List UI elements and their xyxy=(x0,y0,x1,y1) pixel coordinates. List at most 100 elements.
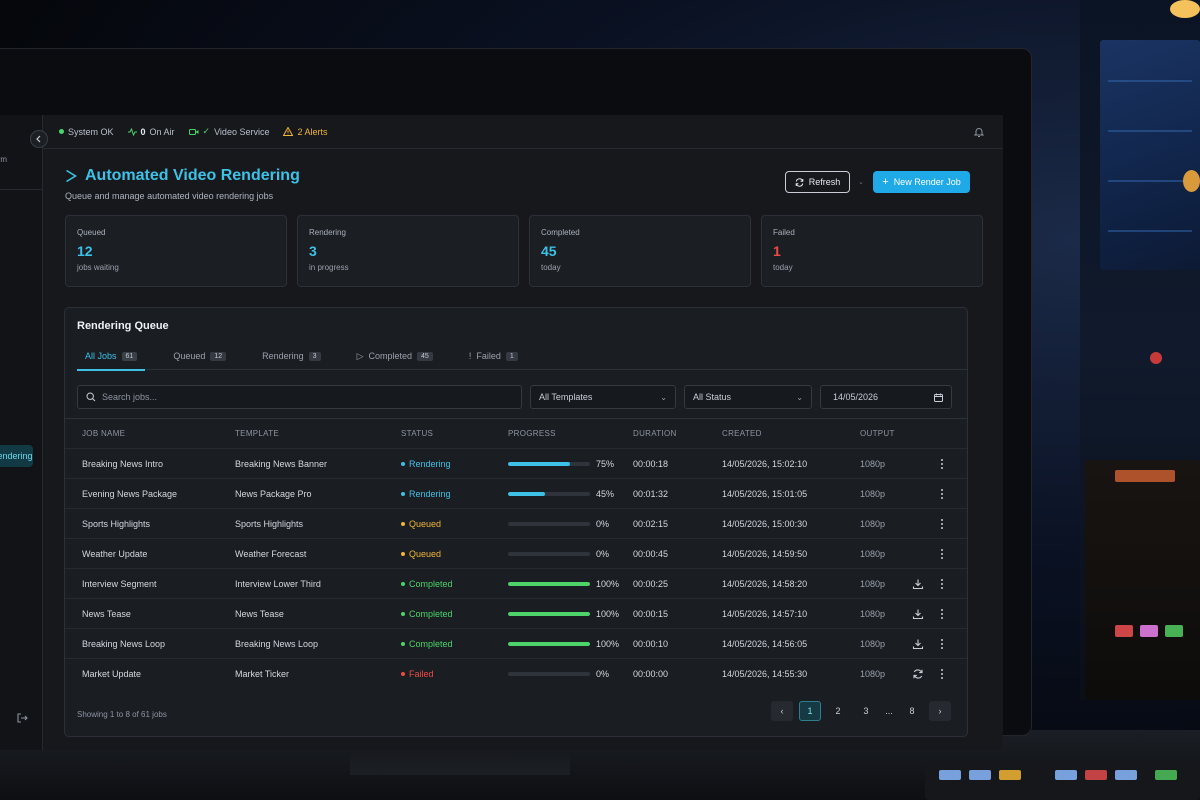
date-filter-input[interactable]: 14/05/2026 xyxy=(820,385,952,409)
more-vertical-icon[interactable] xyxy=(940,668,944,680)
progress-bar xyxy=(508,611,590,616)
alerts-indicator[interactable]: 2 Alerts xyxy=(283,127,327,137)
progress-fill xyxy=(508,611,590,616)
progress-percent: 0% xyxy=(596,668,610,679)
status-dot xyxy=(401,581,405,586)
download-icon[interactable] xyxy=(912,638,924,650)
tab-completed[interactable]: ▷ Completed 45 xyxy=(349,342,441,370)
template-filter-select[interactable]: All Templates ⌄ xyxy=(530,385,676,409)
page-button[interactable]: 8 xyxy=(901,701,923,721)
column-header: JOB NAME xyxy=(82,429,126,438)
status-badge: Queued xyxy=(401,549,441,559)
job-duration: 00:00:18 xyxy=(633,458,669,469)
search-placeholder: Search jobs... xyxy=(102,392,158,402)
progress-fill xyxy=(508,581,590,586)
template-filter-value: All Templates xyxy=(539,392,593,402)
download-icon[interactable] xyxy=(912,608,924,620)
table-row[interactable]: Weather Update Weather Forecast Queued 0% 00… xyxy=(65,538,967,568)
alerts-label: 2 Alerts xyxy=(297,126,328,137)
stat-value: 3 xyxy=(309,243,317,259)
page-subtitle: Queue and manage automated video renderi… xyxy=(65,191,274,201)
tab-count-badge: 3 xyxy=(308,351,321,361)
stat-sub: jobs waiting xyxy=(77,263,119,272)
tab-all-jobs[interactable]: All Jobs 61 xyxy=(77,342,146,371)
download-icon[interactable] xyxy=(912,578,924,590)
progress-cell: 0% xyxy=(508,519,609,529)
page-button[interactable]: 3 xyxy=(855,701,877,721)
alert-icon: ! xyxy=(468,351,472,361)
more-vertical-icon[interactable] xyxy=(940,608,944,620)
page-title: Automated Video Rendering xyxy=(65,167,300,185)
more-vertical-icon[interactable] xyxy=(940,578,944,590)
job-name: Market Update xyxy=(82,668,142,679)
page-button[interactable]: 1 xyxy=(799,701,821,721)
bell-icon[interactable] xyxy=(973,126,985,138)
status-badge: Completed xyxy=(401,639,453,649)
tab-label: Rendering xyxy=(262,351,304,361)
search-input[interactable]: Search jobs... xyxy=(77,385,522,409)
stats-cards: Queued 12 jobs waiting Rendering 3 in progres… xyxy=(65,215,983,287)
status-dot xyxy=(401,521,405,526)
job-output: 1080p xyxy=(860,638,886,649)
progress-percent: 0% xyxy=(596,548,610,559)
sidebar-divider xyxy=(0,189,42,190)
table-row[interactable]: Interview Segment Interview Lower Third Co… xyxy=(65,568,967,598)
pagination-summary: Showing 1 to 8 of 61 jobs xyxy=(77,710,167,719)
more-vertical-icon[interactable] xyxy=(940,518,944,530)
retry-icon[interactable] xyxy=(912,668,924,680)
table-row[interactable]: Sports Highlights Sports Highlights Queued… xyxy=(65,508,967,538)
app-screen: form Rendering System OK 0 On Air xyxy=(0,115,1003,750)
progress-cell: 100% xyxy=(508,609,619,619)
table-row[interactable]: Breaking News Loop Breaking News Loop Comp… xyxy=(65,628,967,658)
tab-label: All Jobs xyxy=(85,351,117,361)
job-template: News Package Pro xyxy=(235,488,312,499)
activity-icon xyxy=(127,127,137,136)
sidebar-item-rendering[interactable]: Rendering xyxy=(0,445,33,467)
table-row[interactable]: News Tease News Tease Completed 100% 00:00:1… xyxy=(65,598,967,628)
table-row[interactable]: Breaking News Intro Breaking News Banner R… xyxy=(65,448,967,478)
progress-bar xyxy=(508,671,590,676)
tab-count-badge: 1 xyxy=(505,351,518,361)
more-vertical-icon[interactable] xyxy=(940,638,944,650)
video-service-status: ✓ Video Service xyxy=(188,126,269,137)
status-label: Failed xyxy=(409,668,434,679)
more-vertical-icon[interactable] xyxy=(940,458,944,470)
table-row[interactable]: Market Update Market Ticker Failed 0% 00:00:… xyxy=(65,658,967,688)
next-page-button[interactable]: › xyxy=(929,701,951,721)
page-button[interactable]: 2 xyxy=(827,701,849,721)
logout-icon[interactable] xyxy=(16,712,28,724)
job-duration: 00:00:25 xyxy=(633,578,669,589)
refresh-button[interactable]: Refresh xyxy=(785,171,850,193)
status-label: Completed xyxy=(409,638,453,649)
sidebar-collapse-button[interactable] xyxy=(30,130,48,148)
stat-sub: today xyxy=(541,263,561,272)
on-air-status: 0 On Air xyxy=(127,127,175,137)
status-dot xyxy=(401,491,405,496)
status-tabs: All Jobs 61 Queued 12 Rendering 3 ▷ Completed 45… xyxy=(77,342,967,371)
chevron-down-icon[interactable]: ⌄ xyxy=(858,178,864,186)
page-title-text: Automated Video Rendering xyxy=(85,167,300,184)
status-filter-select[interactable]: All Status ⌄ xyxy=(684,385,812,409)
job-output: 1080p xyxy=(860,488,886,499)
calendar-icon xyxy=(934,393,943,402)
stat-label: Queued xyxy=(77,228,106,237)
status-dot xyxy=(401,611,405,616)
refresh-label: Refresh xyxy=(808,177,841,187)
progress-bar xyxy=(508,521,590,526)
new-render-job-button[interactable]: + New Render Job xyxy=(873,171,970,193)
job-created: 14/05/2026, 15:01:05 xyxy=(722,488,808,499)
chevron-left-icon xyxy=(36,135,41,143)
stat-value: 12 xyxy=(77,243,93,259)
job-template: Weather Forecast xyxy=(235,548,307,559)
progress-bar xyxy=(508,581,590,586)
previous-page-button[interactable]: ‹ xyxy=(771,701,793,721)
tab-rendering[interactable]: Rendering 3 xyxy=(254,342,328,370)
more-vertical-icon[interactable] xyxy=(940,488,944,500)
progress-percent: 45% xyxy=(596,488,615,499)
job-name: News Tease xyxy=(82,608,131,619)
job-name: Interview Segment xyxy=(82,578,157,589)
table-row[interactable]: Evening News Package News Package Pro Rend… xyxy=(65,478,967,508)
more-vertical-icon[interactable] xyxy=(940,548,944,560)
tab-queued[interactable]: Queued 12 xyxy=(165,342,234,370)
tab-failed[interactable]: ! Failed 1 xyxy=(461,342,526,370)
